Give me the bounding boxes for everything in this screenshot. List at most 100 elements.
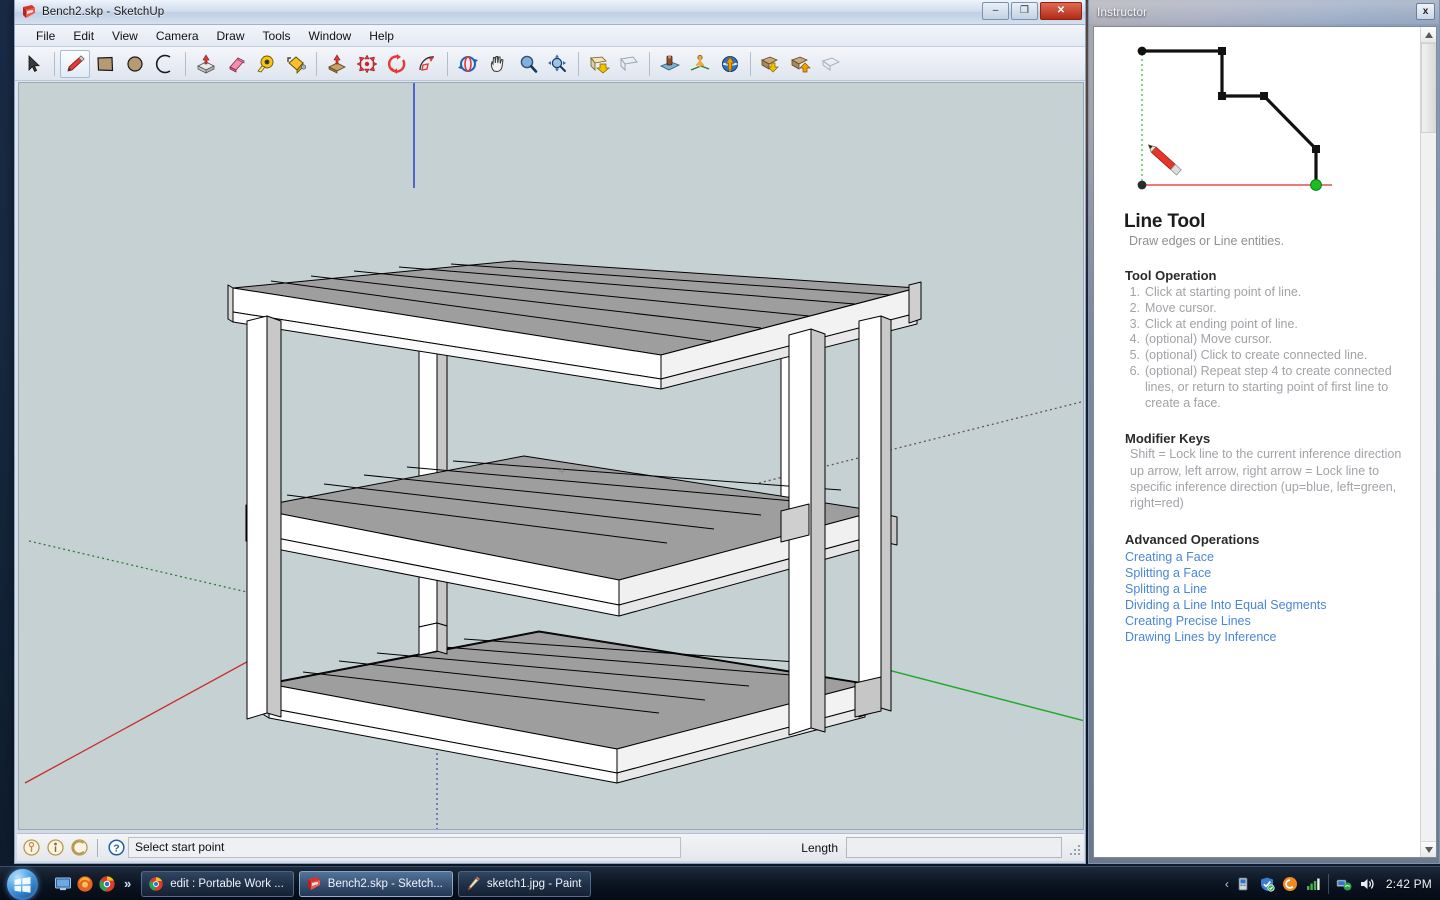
measurement-input[interactable] xyxy=(846,837,1062,858)
volume-icon[interactable] xyxy=(1359,876,1375,892)
tray-expand-icon[interactable]: ‹ xyxy=(1225,877,1229,891)
chrome-icon[interactable] xyxy=(98,875,116,893)
link-creating-precise-lines[interactable]: Creating Precise Lines xyxy=(1125,613,1408,629)
model-info-tool-button[interactable] xyxy=(816,50,846,78)
share-model-tool-button[interactable] xyxy=(786,50,816,78)
circle-tool-button[interactable] xyxy=(120,50,150,78)
minimize-icon: – xyxy=(992,5,999,16)
task-button-chrome[interactable]: edit : Portable Work ... xyxy=(141,870,294,897)
get-models-tool-button[interactable] xyxy=(756,50,786,78)
resize-grip[interactable] xyxy=(1064,839,1082,857)
cursor-arrow-icon xyxy=(28,54,40,72)
scrollbar-thumb[interactable] xyxy=(1421,43,1436,133)
task-button-label: Bench2.skp - Sketch... xyxy=(327,877,443,890)
help-icon[interactable]: ? xyxy=(104,837,128,859)
rotate-tool-button[interactable] xyxy=(382,50,412,78)
rectangle-tool-button[interactable] xyxy=(90,50,120,78)
tape-measure-tool-button[interactable] xyxy=(251,50,281,78)
toolbar-separator xyxy=(54,51,55,76)
link-dividing-a-line-into-equal-segments[interactable]: Dividing a Line Into Equal Segments xyxy=(1125,597,1408,613)
menu-camera[interactable]: Camera xyxy=(147,27,208,45)
pushpull-tool-button[interactable] xyxy=(191,50,221,78)
previous-view-tool-button[interactable] xyxy=(584,50,614,78)
look-around-tool-button[interactable] xyxy=(715,50,745,78)
firefox-icon[interactable] xyxy=(76,875,94,893)
instructor-close-button[interactable]: x xyxy=(1416,3,1435,20)
position-camera-tool-button[interactable] xyxy=(655,50,685,78)
menu-tools[interactable]: Tools xyxy=(254,27,300,45)
follow-me-tool-button[interactable] xyxy=(412,50,442,78)
antivirus-icon[interactable] xyxy=(1282,876,1298,892)
next-view-tool-button[interactable] xyxy=(614,50,644,78)
link-drawing-lines-by-inference[interactable]: Drawing Lines by Inference xyxy=(1125,629,1408,645)
minimize-button[interactable]: – xyxy=(982,2,1009,20)
list-item: 6. (optional) Repeat step 4 to create con… xyxy=(1124,364,1408,411)
line-tool-illustration xyxy=(1124,37,1356,205)
toolbar-separator xyxy=(447,51,448,76)
signal-icon[interactable] xyxy=(1305,876,1321,892)
link-splitting-a-face[interactable]: Splitting a Face xyxy=(1125,565,1408,581)
instructor-body: Line Tool Draw edges or Line entities. T… xyxy=(1093,26,1437,858)
arcs-icon[interactable] xyxy=(67,837,91,859)
scroll-up-arrow[interactable] xyxy=(1421,27,1436,43)
eraser-tool-button[interactable] xyxy=(221,50,251,78)
orbit-tool-button[interactable] xyxy=(453,50,483,78)
maximize-icon: ❐ xyxy=(1020,5,1029,16)
move-tool-button[interactable] xyxy=(322,50,352,78)
menu-draw[interactable]: Draw xyxy=(208,27,254,45)
taskbar: » edit : Portable Work ... Bench2.skp - … xyxy=(0,866,1440,900)
instructor-scrollbar[interactable] xyxy=(1420,27,1436,857)
windows-logo-icon xyxy=(7,868,38,900)
drawing-canvas[interactable] xyxy=(18,82,1084,830)
link-splitting-a-line[interactable]: Splitting a Line xyxy=(1125,581,1408,597)
window-titlebar[interactable]: Bench2.skp - SketchUp – ❐ ✕ xyxy=(15,0,1085,25)
scale-tool-button[interactable] xyxy=(352,50,382,78)
menu-window[interactable]: Window xyxy=(300,27,361,45)
toolbar-separator xyxy=(316,51,317,76)
workbench-model xyxy=(19,83,1083,829)
task-button-sketchup[interactable]: Bench2.skp - Sketch... xyxy=(298,870,453,897)
link-creating-a-face[interactable]: Creating a Face xyxy=(1125,549,1408,565)
scroll-down-arrow[interactable] xyxy=(1421,841,1436,857)
task-button-paint[interactable]: sketch1.jpg - Paint xyxy=(457,870,592,897)
window-controls: – ❐ ✕ xyxy=(982,2,1082,20)
protractor-icon[interactable] xyxy=(19,837,43,859)
pan-tool-button[interactable] xyxy=(483,50,513,78)
tool-operation-list: 1. Click at starting point of line. 2. Mov… xyxy=(1124,285,1408,411)
clock[interactable]: 2:42 PM xyxy=(1386,877,1432,891)
status-bar: ? Select start point Length xyxy=(17,833,1084,861)
next-view-icon xyxy=(620,55,638,71)
menu-help[interactable]: Help xyxy=(360,27,403,45)
magnifier-icon xyxy=(520,55,538,73)
menu-edit[interactable]: Edit xyxy=(64,27,103,45)
sketchup-icon xyxy=(306,876,322,892)
follow-me-icon xyxy=(419,55,435,71)
device-icon[interactable] xyxy=(1236,876,1252,892)
chrome-icon xyxy=(148,876,164,892)
walk-tool-button[interactable] xyxy=(685,50,715,78)
menu-file[interactable]: File xyxy=(27,27,64,45)
shield-icon[interactable] xyxy=(1259,876,1275,892)
quick-launch-overflow[interactable]: » xyxy=(124,876,131,891)
credits-icon[interactable] xyxy=(43,837,67,859)
line-tool-button[interactable] xyxy=(60,49,90,78)
paint-bucket-tool-button[interactable] xyxy=(281,50,311,78)
arc-tool-button[interactable] xyxy=(150,50,180,78)
maximize-button[interactable]: ❐ xyxy=(1011,2,1038,20)
menu-view[interactable]: View xyxy=(103,27,147,45)
show-desktop-icon[interactable] xyxy=(54,875,72,893)
network-icon[interactable] xyxy=(1336,876,1352,892)
select-tool-button[interactable] xyxy=(19,50,49,78)
list-number: 1. xyxy=(1129,285,1140,299)
zoom-tool-button[interactable] xyxy=(513,50,543,78)
start-button[interactable] xyxy=(2,868,46,900)
instructor-titlebar[interactable]: Instructor x xyxy=(1089,0,1439,24)
move-icon xyxy=(328,53,346,74)
scale-icon xyxy=(356,53,378,74)
instructor-window: Instructor x Line Tool Draw edges or Lin… xyxy=(1088,0,1440,864)
close-button[interactable]: ✕ xyxy=(1040,2,1082,20)
zoom-extents-tool-button[interactable] xyxy=(543,50,573,78)
toolbar-separator xyxy=(649,51,650,76)
toolbar-separator xyxy=(750,51,751,76)
list-number: 5. xyxy=(1129,348,1140,363)
